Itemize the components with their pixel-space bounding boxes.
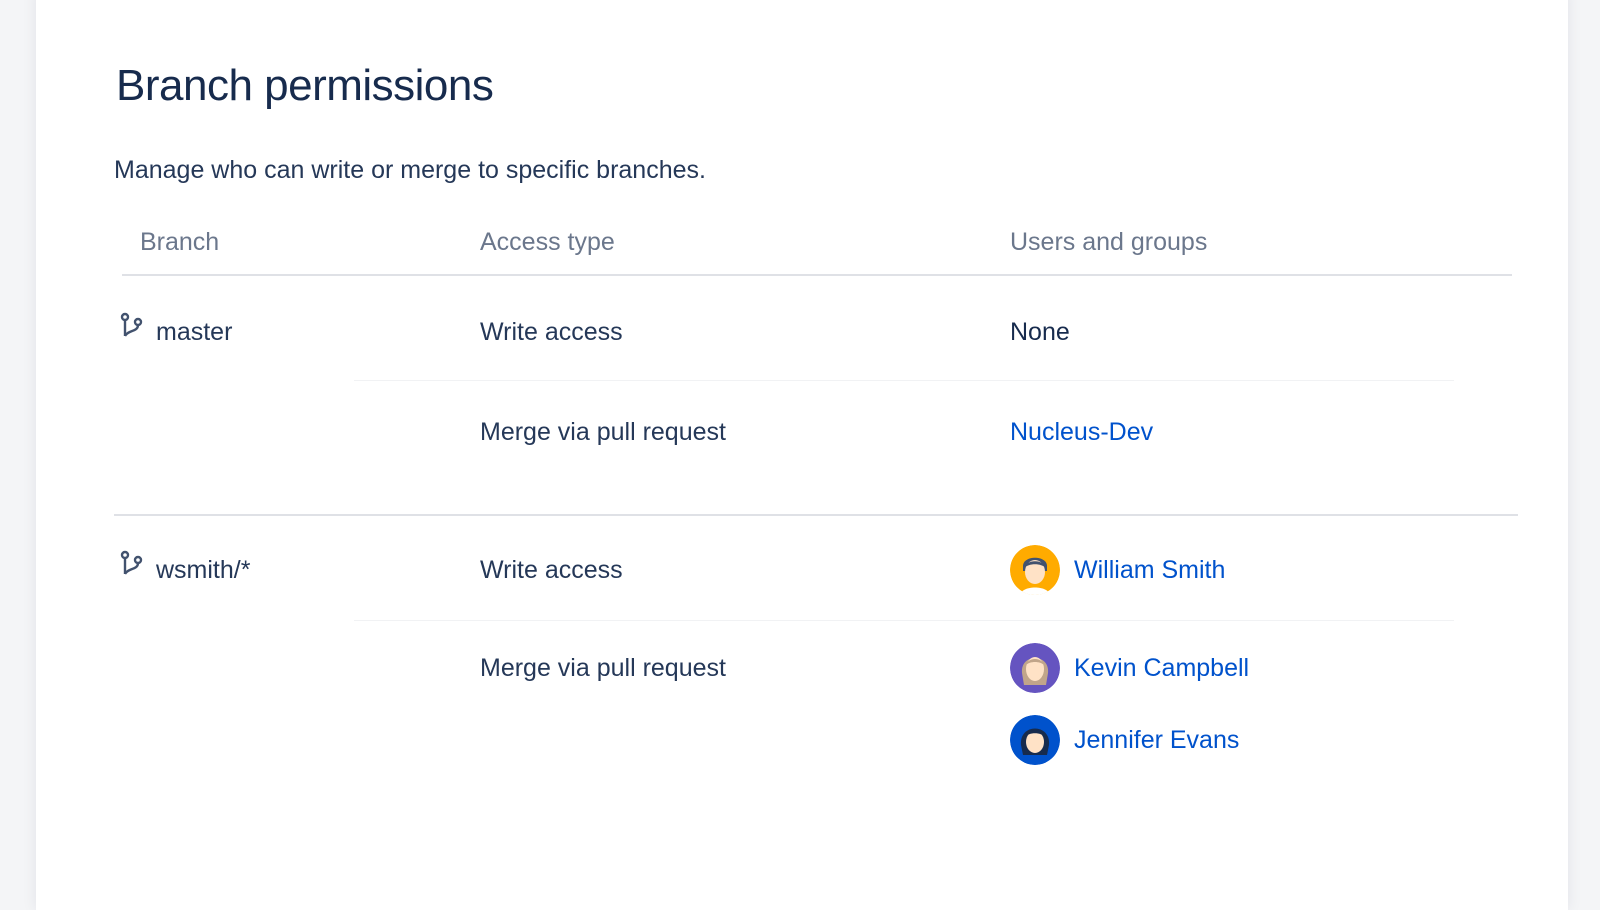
user-avatar-icon xyxy=(1010,715,1060,765)
branch-icon xyxy=(120,312,143,337)
column-header-branch: Branch xyxy=(140,228,220,256)
user-link-kevin-campbell[interactable]: Kevin Campbell xyxy=(1074,652,1249,684)
row-divider xyxy=(354,380,1454,381)
user-avatar-icon xyxy=(1010,545,1060,595)
user-entry: Kevin Campbell xyxy=(1010,642,1249,694)
branch-name-wsmith: wsmith/* xyxy=(156,556,251,584)
branch-group-wsmith: wsmith/* Write access William Smith Merg… xyxy=(114,516,1518,816)
group-link-nucleus-dev[interactable]: Nucleus-Dev xyxy=(1010,416,1153,448)
users-value-none: None xyxy=(1010,318,1070,346)
access-type-label: Write access xyxy=(480,318,623,346)
row-divider xyxy=(354,620,1454,621)
users-list: William Smith xyxy=(1010,544,1225,596)
users-list: Kevin Campbell Jennifer Evans xyxy=(1010,642,1249,766)
page-description: Manage who can write or merge to specifi… xyxy=(114,156,706,184)
user-entry: Jennifer Evans xyxy=(1010,714,1249,766)
branch-cell: master xyxy=(118,312,233,348)
branch-cell: wsmith/* xyxy=(118,550,251,586)
branch-group-master: master Write access None Merge via pull … xyxy=(114,276,1518,516)
user-link-jennifer-evans[interactable]: Jennifer Evans xyxy=(1074,724,1239,756)
user-link-william-smith[interactable]: William Smith xyxy=(1074,554,1225,586)
user-avatar-icon xyxy=(1010,643,1060,693)
branch-permissions-panel: Branch permissions Manage who can write … xyxy=(36,0,1568,910)
page-title: Branch permissions xyxy=(116,61,494,110)
access-type-label: Merge via pull request xyxy=(480,654,726,682)
access-type-label: Write access xyxy=(480,556,623,584)
user-entry: William Smith xyxy=(1010,544,1225,596)
column-header-access-type: Access type xyxy=(480,228,615,256)
branch-icon xyxy=(120,550,143,575)
table-header: Branch Access type Users and groups xyxy=(122,222,1512,276)
branch-permissions-table: Branch Access type Users and groups mast… xyxy=(114,222,1518,816)
access-type-label: Merge via pull request xyxy=(480,418,726,446)
column-header-users-and-groups: Users and groups xyxy=(1010,228,1208,256)
branch-name-master: master xyxy=(156,318,233,346)
